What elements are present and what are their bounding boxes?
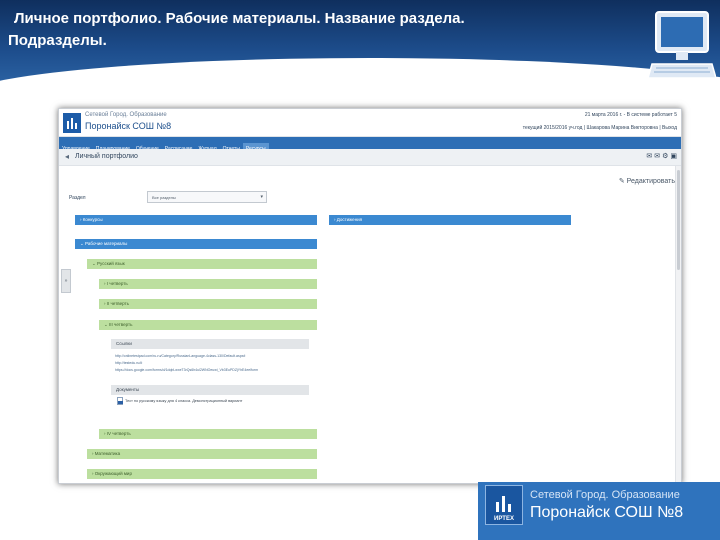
link-1[interactable]: http://onlinetestpad.com/ru-ru/Category/… [115, 353, 245, 360]
irtech-logo-icon: ИРТЕХ [485, 485, 523, 525]
app-screenshot: Сетевой Город. Образование Поронайск СОШ… [58, 108, 682, 484]
block-okruzhayushchiy-mir[interactable]: › Окружающий мир [87, 469, 317, 479]
chevron-down-icon: ▾ [260, 194, 263, 200]
app-school-name: Поронайск СОШ №8 [85, 121, 172, 131]
slide-title: Личное портфолио. Рабочие материалы. Наз… [8, 8, 628, 52]
document-icon [117, 397, 123, 405]
page-title: Личный портфолио [75, 153, 138, 160]
breadcrumb: ◂ Личный портфолио ✉✉⚙▣ [59, 149, 681, 166]
block-q4[interactable]: › IV четверть [99, 429, 317, 439]
block-q2[interactable]: › II четверть [99, 299, 317, 309]
block-rabochie-materialy[interactable]: ⌄ Рабочие материалы [75, 239, 317, 249]
app-date-status: 21 марта 2016 г. - В системе работает 5 [584, 112, 677, 118]
block-q3-label: III четверть [109, 322, 133, 327]
block-konkursy-label: Конкурсы [82, 217, 103, 222]
section-label: Раздел [69, 195, 86, 201]
computer-icon [648, 11, 716, 79]
section-select[interactable]: Все разделы ▾ [147, 191, 267, 203]
documents-header: Документы [111, 385, 309, 395]
link-3[interactable]: https://docs.google.com/forms/d/1dqbLwxe… [115, 367, 258, 374]
side-collapse-tab[interactable]: » [61, 269, 71, 293]
block-rabochie-label: Рабочие материалы [85, 241, 128, 246]
link-2[interactable]: http://testedu.ru/# [115, 360, 142, 367]
links-header: Ссылки [111, 339, 309, 349]
block-q1-label: I четверть [106, 281, 128, 286]
block-q3[interactable]: ⌄ III четверть [99, 320, 317, 330]
block-russkiy-label: Русский язык [97, 261, 125, 266]
block-konkursy[interactable]: › Конкурсы [75, 215, 317, 225]
section-select-value: Все разделы [152, 195, 176, 200]
block-dostizheniya[interactable]: › Достижения [329, 215, 571, 225]
logo-mark-text: ИРТЕХ [494, 516, 514, 522]
app-menu: УправлениеПланированиеОбучениеРасписание… [59, 137, 681, 155]
app-logo-icon [63, 113, 81, 133]
document-link[interactable]: Тест по русскому языку для 4 класса. Дем… [125, 399, 242, 403]
slide: Личное портфолио. Рабочие материалы. Наз… [0, 0, 720, 540]
block-dostizheniya-label: Достижения [336, 217, 363, 222]
toolbar-icons[interactable]: ✉✉⚙▣ [646, 152, 679, 160]
app-header: Сетевой Город. Образование Поронайск СОШ… [59, 109, 681, 137]
block-matematika-label: Математика [94, 451, 121, 456]
block-russkiy-yazyk[interactable]: ⌄ Русский язык [87, 259, 317, 269]
block-matematika[interactable]: › Математика [87, 449, 317, 459]
scrollbar-thumb[interactable] [677, 170, 680, 270]
app-network-name: Сетевой Город. Образование [85, 112, 167, 118]
block-q1[interactable]: › I четверть [99, 279, 317, 289]
logo-school-name: Поронайск СОШ №8 [530, 504, 684, 521]
edit-label: Редактировать [626, 178, 675, 185]
scrollbar[interactable] [675, 166, 681, 483]
back-arrow-icon[interactable]: ◂ [65, 152, 69, 161]
block-q4-label: IV четверть [106, 431, 131, 436]
logo-network-name: Сетевой Город. Образование [530, 489, 680, 501]
slide-title-line1: Личное портфолио. Рабочие материалы. Наз… [14, 10, 465, 27]
edit-link[interactable]: ✎ Редактировать [619, 177, 675, 185]
slide-title-line2: Подразделы. [8, 32, 107, 49]
app-user-info[interactable]: текущий 2015/2016 уч.год | Шакарова Мари… [523, 125, 677, 131]
block-q2-label: II четверть [106, 301, 129, 306]
block-okruzhayushchiy-label: Окружающий мир [94, 471, 132, 476]
